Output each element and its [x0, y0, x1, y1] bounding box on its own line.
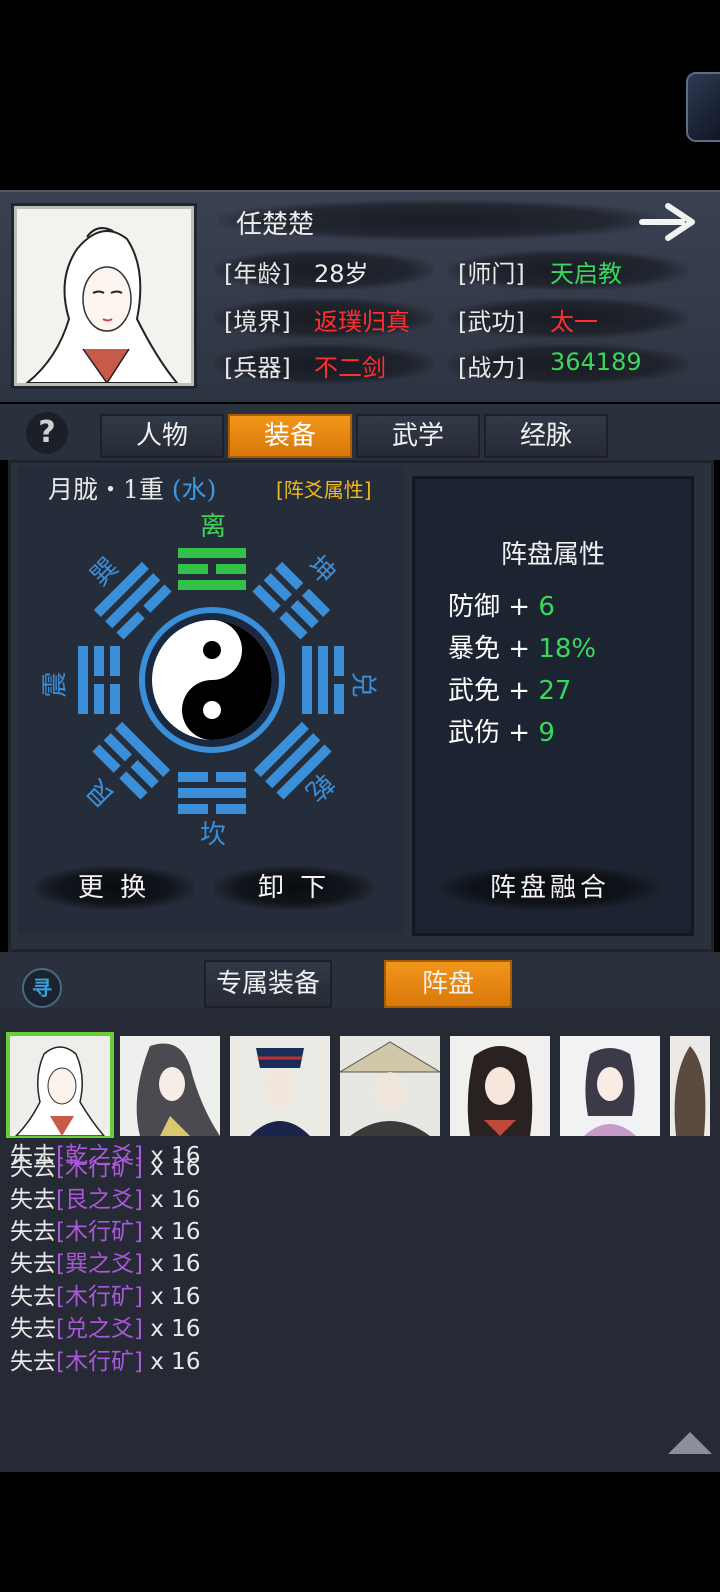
log-count: x 16	[142, 1187, 201, 1213]
yao-attributes-link[interactable]: [阵爻属性]	[276, 474, 372, 503]
log-line: 失去[巽之爻] x 16	[10, 1244, 200, 1278]
trigram-label-li: 离	[200, 512, 227, 542]
top-menu-button[interactable]	[686, 72, 720, 142]
character-thumb[interactable]	[450, 1036, 550, 1136]
character-thumb[interactable]	[120, 1036, 220, 1136]
character-thumb[interactable]	[670, 1036, 710, 1136]
formation-merge-button[interactable]: 阵盘融合	[440, 866, 660, 910]
log-line: 失去[木行矿] x 16	[10, 1342, 200, 1376]
portrait-drawing	[25, 227, 179, 383]
attribute-value: 18%	[538, 634, 597, 664]
attribute-plus: +	[508, 634, 531, 664]
tab-formation-disk[interactable]: 阵盘	[384, 960, 512, 1008]
log-count: x 16	[142, 1155, 201, 1181]
attribute-row: 武免 + 27	[448, 670, 571, 707]
trigram-li	[178, 548, 246, 590]
character-thumb[interactable]	[230, 1036, 330, 1136]
unload-button[interactable]: 卸 下	[214, 866, 374, 910]
attribute-row: 防御 + 6	[448, 586, 555, 623]
attribute-value: 27	[538, 676, 572, 706]
formation-name-row: 月胧・1重 (水)	[48, 470, 216, 506]
power-label: [战力]	[458, 354, 525, 382]
attribute-name: 武伤	[448, 718, 501, 748]
character-thumb[interactable]	[560, 1036, 660, 1136]
log-item: [木行矿]	[56, 1349, 143, 1375]
attribute-title: 阵盘属性	[500, 540, 605, 570]
attribute-name: 武免	[448, 676, 501, 706]
attribute-value: 9	[538, 718, 555, 748]
character-name: 任楚楚	[236, 210, 315, 240]
realm-label: [境界]	[224, 308, 291, 336]
yin-yang-icon	[139, 607, 285, 753]
log-count: x 16	[142, 1349, 201, 1375]
tab-equipment[interactable]: 装备	[228, 414, 352, 458]
log-count: x 16	[142, 1219, 201, 1245]
log-item: [巽之爻]	[56, 1251, 143, 1277]
log-item: [艮之爻]	[56, 1187, 143, 1213]
character-thumb[interactable]	[6, 1032, 114, 1140]
attribute-plus: +	[508, 592, 531, 622]
weapon-label: [兵器]	[224, 354, 291, 382]
log-prefix: 失去	[10, 1251, 56, 1277]
log-line: 失去[兑之爻] x 16	[10, 1309, 200, 1343]
martial-value: 太一	[550, 308, 598, 336]
help-icon[interactable]: ?	[26, 412, 68, 454]
formation-element: (水)	[171, 475, 217, 504]
attribute-value: 6	[538, 592, 555, 622]
attribute-name: 暴免	[448, 634, 501, 664]
tab-character[interactable]: 人物	[100, 414, 224, 458]
attribute-plus: +	[508, 676, 531, 706]
tab-meridians[interactable]: 经脉	[484, 414, 608, 458]
log-item: [木行矿]	[56, 1155, 143, 1181]
character-portrait[interactable]	[14, 206, 194, 386]
log-count: x 16	[142, 1316, 201, 1342]
age-label: [年龄]	[224, 260, 291, 288]
log-item: [木行矿]	[56, 1284, 143, 1310]
attribute-row: 武伤 + 9	[448, 712, 555, 749]
log-item: [兑之爻]	[56, 1316, 143, 1342]
character-thumb[interactable]	[340, 1036, 440, 1136]
change-button[interactable]: 更 换	[34, 866, 194, 910]
weapon-value: 不二剑	[314, 354, 386, 382]
tab-martial-arts[interactable]: 武学	[356, 414, 480, 458]
trigram-zhen	[78, 646, 120, 714]
log-prefix: 失去	[10, 1349, 56, 1375]
formation-name: 月胧・1重	[48, 475, 164, 504]
log-prefix: 失去	[10, 1187, 56, 1213]
log-line: 失去[木行矿] x 16	[10, 1277, 200, 1311]
power-value: 364189	[550, 348, 642, 376]
attribute-name: 防御	[448, 592, 501, 622]
log-line: 失去[木行矿] x 16	[10, 1212, 200, 1246]
trigram-dui	[302, 646, 344, 714]
seek-icon[interactable]: 寻	[22, 968, 62, 1008]
scroll-up-icon[interactable]	[668, 1432, 712, 1454]
log-line: 失去[艮之爻] x 16	[10, 1180, 200, 1214]
age-value: 28岁	[314, 260, 369, 288]
log-prefix: 失去	[10, 1219, 56, 1245]
log-prefix: 失去	[10, 1284, 56, 1310]
trigram-label-zhen: 震	[40, 671, 71, 698]
martial-label: [武功]	[458, 308, 525, 336]
next-character-arrow-icon[interactable]	[638, 200, 700, 244]
trigram-kan	[178, 772, 246, 814]
log-prefix: 失去	[10, 1316, 56, 1342]
attribute-plus: +	[508, 718, 531, 748]
sect-label: [师门]	[458, 260, 525, 288]
attribute-row: 暴免 + 18%	[448, 628, 596, 665]
log-item: [木行矿]	[56, 1219, 143, 1245]
tab-exclusive-equipment[interactable]: 专属装备	[204, 960, 332, 1008]
log-line: 失去[木行矿] x 16	[10, 1148, 200, 1182]
log-count: x 16	[142, 1251, 201, 1277]
log-count: x 16	[142, 1284, 201, 1310]
trigram-label-dui: 兑	[347, 671, 378, 698]
sect-value: 天启教	[550, 260, 622, 288]
log-prefix: 失去	[10, 1155, 56, 1181]
realm-value: 返璞归真	[314, 308, 410, 336]
bottom-tab-bar	[0, 952, 720, 1008]
trigram-label-kan: 坎	[200, 820, 227, 850]
